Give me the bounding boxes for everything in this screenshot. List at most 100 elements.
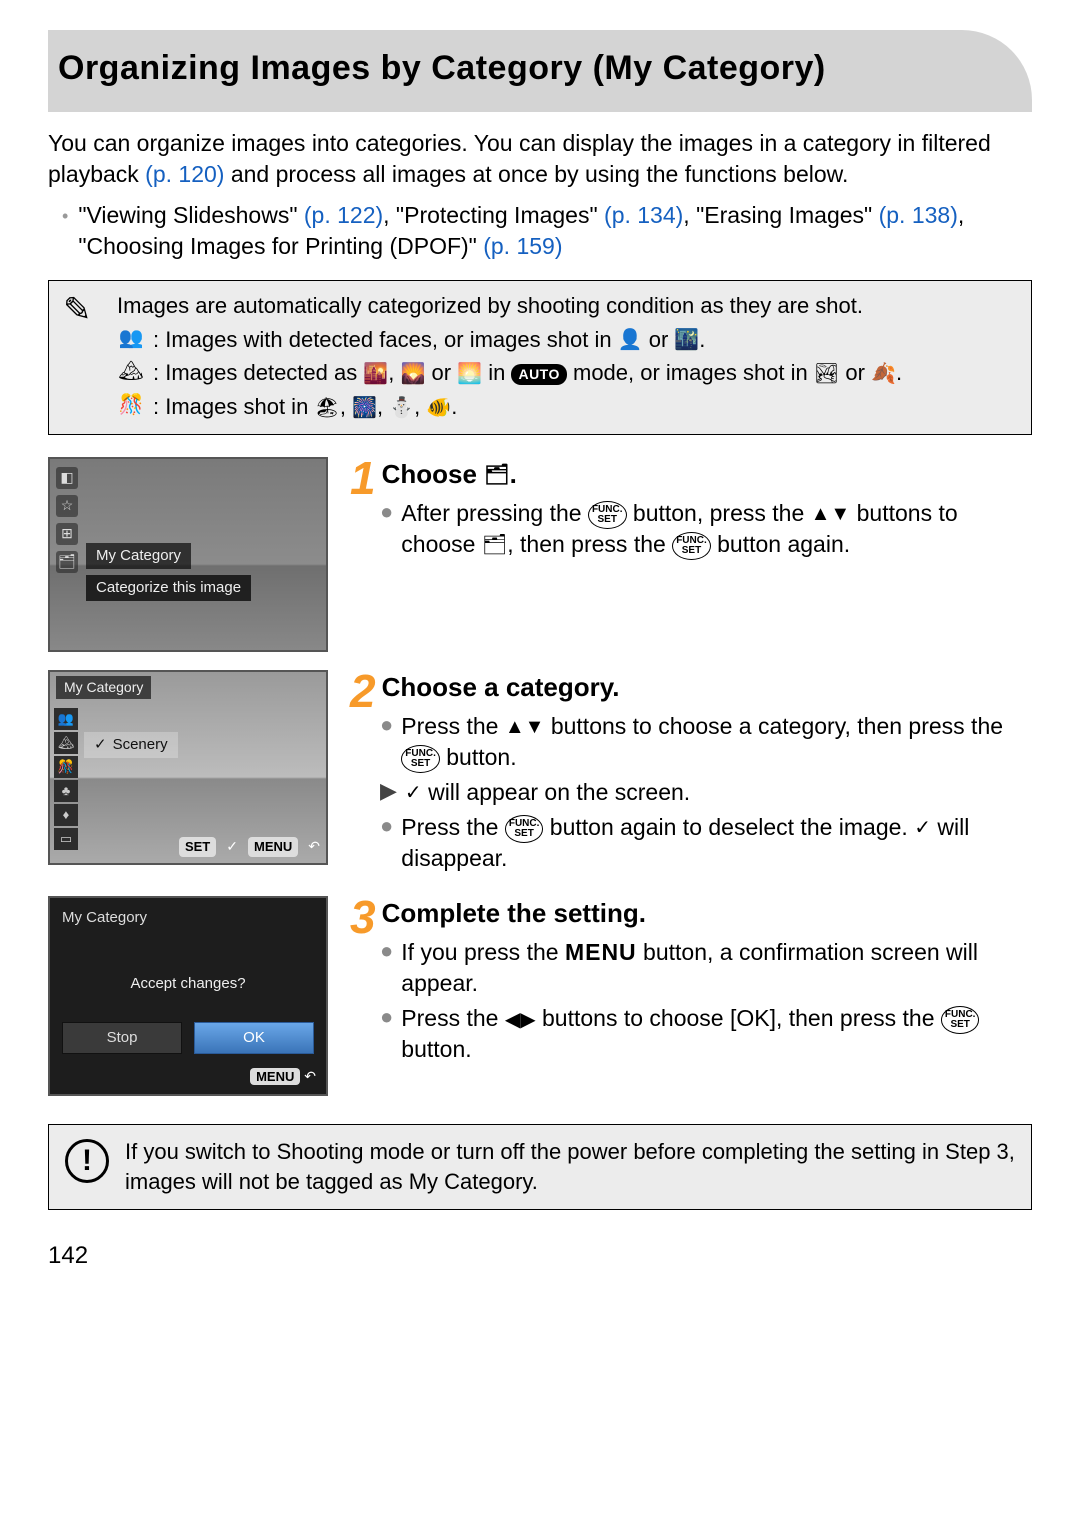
t: . xyxy=(699,327,705,352)
ok-button[interactable]: OK xyxy=(194,1022,314,1054)
menu-text: MENU xyxy=(565,939,637,965)
cat-icon: ▭ xyxy=(54,828,78,850)
t: If you press the xyxy=(401,939,565,965)
note-text: : Images with detected faces, or images … xyxy=(153,325,705,355)
auto-badge: AUTO xyxy=(511,364,566,385)
faces-category-icon: 👥 xyxy=(117,325,145,355)
back-icon: ↶ xyxy=(308,837,320,857)
t: or xyxy=(643,327,675,352)
note-lead: Images are automatically categorized by … xyxy=(117,291,1017,321)
note-text: : Images shot in 🏖, 🎆, ⛄, 🐠. xyxy=(153,392,457,422)
t: . xyxy=(896,360,902,385)
references-list: • "Viewing Slideshows" (p. 122), "Protec… xyxy=(48,200,1032,262)
bullet-icon: ● xyxy=(380,500,393,560)
page-ref: (p. 120) xyxy=(145,161,224,187)
step-3: My Category Accept changes? Stop OK MENU… xyxy=(48,896,1032,1096)
bullet-icon: ● xyxy=(380,939,393,999)
bullet-icon: ● xyxy=(380,713,393,773)
step-text: After pressing the FUNC.SET button, pres… xyxy=(401,498,1032,560)
cat-icon: 👥 xyxy=(54,708,78,730)
step-number: 2 xyxy=(350,672,376,711)
step-title: Choose 🗂. xyxy=(382,459,517,489)
t: buttons to choose [OK], then press the xyxy=(536,1005,941,1031)
bullet-icon: • xyxy=(62,204,68,262)
category-label: Scenery xyxy=(113,735,168,755)
pencil-icon: ✎ xyxy=(63,291,103,422)
side-icon: 🗂 xyxy=(56,551,78,573)
note-line-faces: 👥 : Images with detected faces, or image… xyxy=(117,325,1017,355)
selected-category: ✓ Scenery xyxy=(84,732,178,758)
section-header: Organizing Images by Category (My Catego… xyxy=(48,30,1032,112)
t: mode, or images shot in xyxy=(567,360,814,385)
page-ref: (p. 122) xyxy=(304,202,383,228)
screen-label: Categorize this image xyxy=(86,575,251,601)
t: Press the xyxy=(401,814,505,840)
screen-label: My Category xyxy=(86,543,191,569)
menu-badge: MENU xyxy=(248,837,298,857)
step-text: Press the ▲▼ buttons to choose a categor… xyxy=(401,711,1032,773)
cat-icon: 🎊 xyxy=(54,756,78,778)
page-ref: (p. 138) xyxy=(879,202,958,228)
triangle-icon: ▶ xyxy=(380,779,397,808)
scene-icon: 🌅 xyxy=(457,361,482,388)
side-icon: ⊞ xyxy=(56,523,78,545)
ref-item: , "Erasing Images" xyxy=(683,202,878,228)
intro-part2: and process all images at once by using … xyxy=(224,161,848,187)
t: , then press the xyxy=(507,531,672,557)
mode-icon: ⛄ xyxy=(389,395,414,422)
my-category-icon: 🗂 xyxy=(482,532,507,559)
t: or xyxy=(839,360,871,385)
t: , xyxy=(414,394,426,419)
step-title: Choose a category. xyxy=(382,672,620,702)
up-down-icon: ▲▼ xyxy=(505,714,545,741)
step-title: Complete the setting. xyxy=(382,898,646,928)
check-icon: ✓ xyxy=(405,780,422,807)
up-down-icon: ▲▼ xyxy=(811,501,851,528)
t: buttons to choose a category, then press… xyxy=(544,713,1003,739)
func-set-icon: FUNC.SET xyxy=(505,815,544,843)
stop-button[interactable]: Stop xyxy=(62,1022,182,1054)
portrait-icon: 👤 xyxy=(618,327,643,354)
bullet-icon: ● xyxy=(380,814,393,874)
scene-icon: 🌄 xyxy=(400,361,425,388)
t: , xyxy=(377,394,389,419)
cat-icon: 🏔 xyxy=(54,732,78,754)
references-text: "Viewing Slideshows" (p. 122), "Protecti… xyxy=(78,200,1032,262)
note-body: Images are automatically categorized by … xyxy=(117,291,1017,422)
func-set-icon: FUNC.SET xyxy=(941,1006,980,1034)
side-icon: ◧ xyxy=(56,467,78,489)
mode-icon: 🎆 xyxy=(352,395,377,422)
t: Choose xyxy=(382,459,485,489)
events-category-icon: 🎊 xyxy=(117,392,145,422)
menu-badge: MENU xyxy=(250,1068,300,1085)
t: button again to deselect the image. xyxy=(543,814,914,840)
note-line-events: 🎊 : Images shot in 🏖, 🎆, ⛄, 🐠. xyxy=(117,392,1017,422)
mode-icon: 🏖 xyxy=(314,395,339,422)
t: : Images with detected faces, or images … xyxy=(153,327,618,352)
camera-screen-3: My Category Accept changes? Stop OK MENU… xyxy=(48,896,328,1096)
func-set-icon: FUNC.SET xyxy=(672,532,711,560)
step-text: Press the ◀▶ buttons to choose [OK], the… xyxy=(401,1003,1032,1065)
t: After pressing the xyxy=(401,500,588,526)
t: : Images shot in xyxy=(153,394,314,419)
scenery-category-icon: 🏔 xyxy=(117,358,145,388)
ref-item: "Viewing Slideshows" xyxy=(78,202,304,228)
page-number: 142 xyxy=(48,1240,1032,1272)
warning-box: ! If you switch to Shooting mode or turn… xyxy=(48,1124,1032,1209)
t: button, press the xyxy=(627,500,811,526)
ref-item: , "Protecting Images" xyxy=(383,202,604,228)
func-set-icon: FUNC.SET xyxy=(401,745,440,773)
t: in xyxy=(482,360,511,385)
intro-text: You can organize images into categories.… xyxy=(48,128,1032,190)
confirm-prompt: Accept changes? xyxy=(50,974,326,994)
check-icon: ✓ xyxy=(94,735,107,755)
page-ref: (p. 159) xyxy=(483,233,562,259)
step-2: My Category 👥 🏔 🎊 ♣ ♦ ▭ ✓ Scenery SET✓ M… xyxy=(48,670,1032,878)
t: button. xyxy=(440,744,517,770)
warning-text: If you switch to Shooting mode or turn o… xyxy=(125,1137,1015,1196)
cat-icon: ♦ xyxy=(54,804,78,826)
t: : Images detected as xyxy=(153,360,363,385)
bullet-icon: ● xyxy=(380,1005,393,1065)
screen-title: My Category xyxy=(56,676,151,699)
my-category-icon: 🗂 xyxy=(484,462,509,489)
